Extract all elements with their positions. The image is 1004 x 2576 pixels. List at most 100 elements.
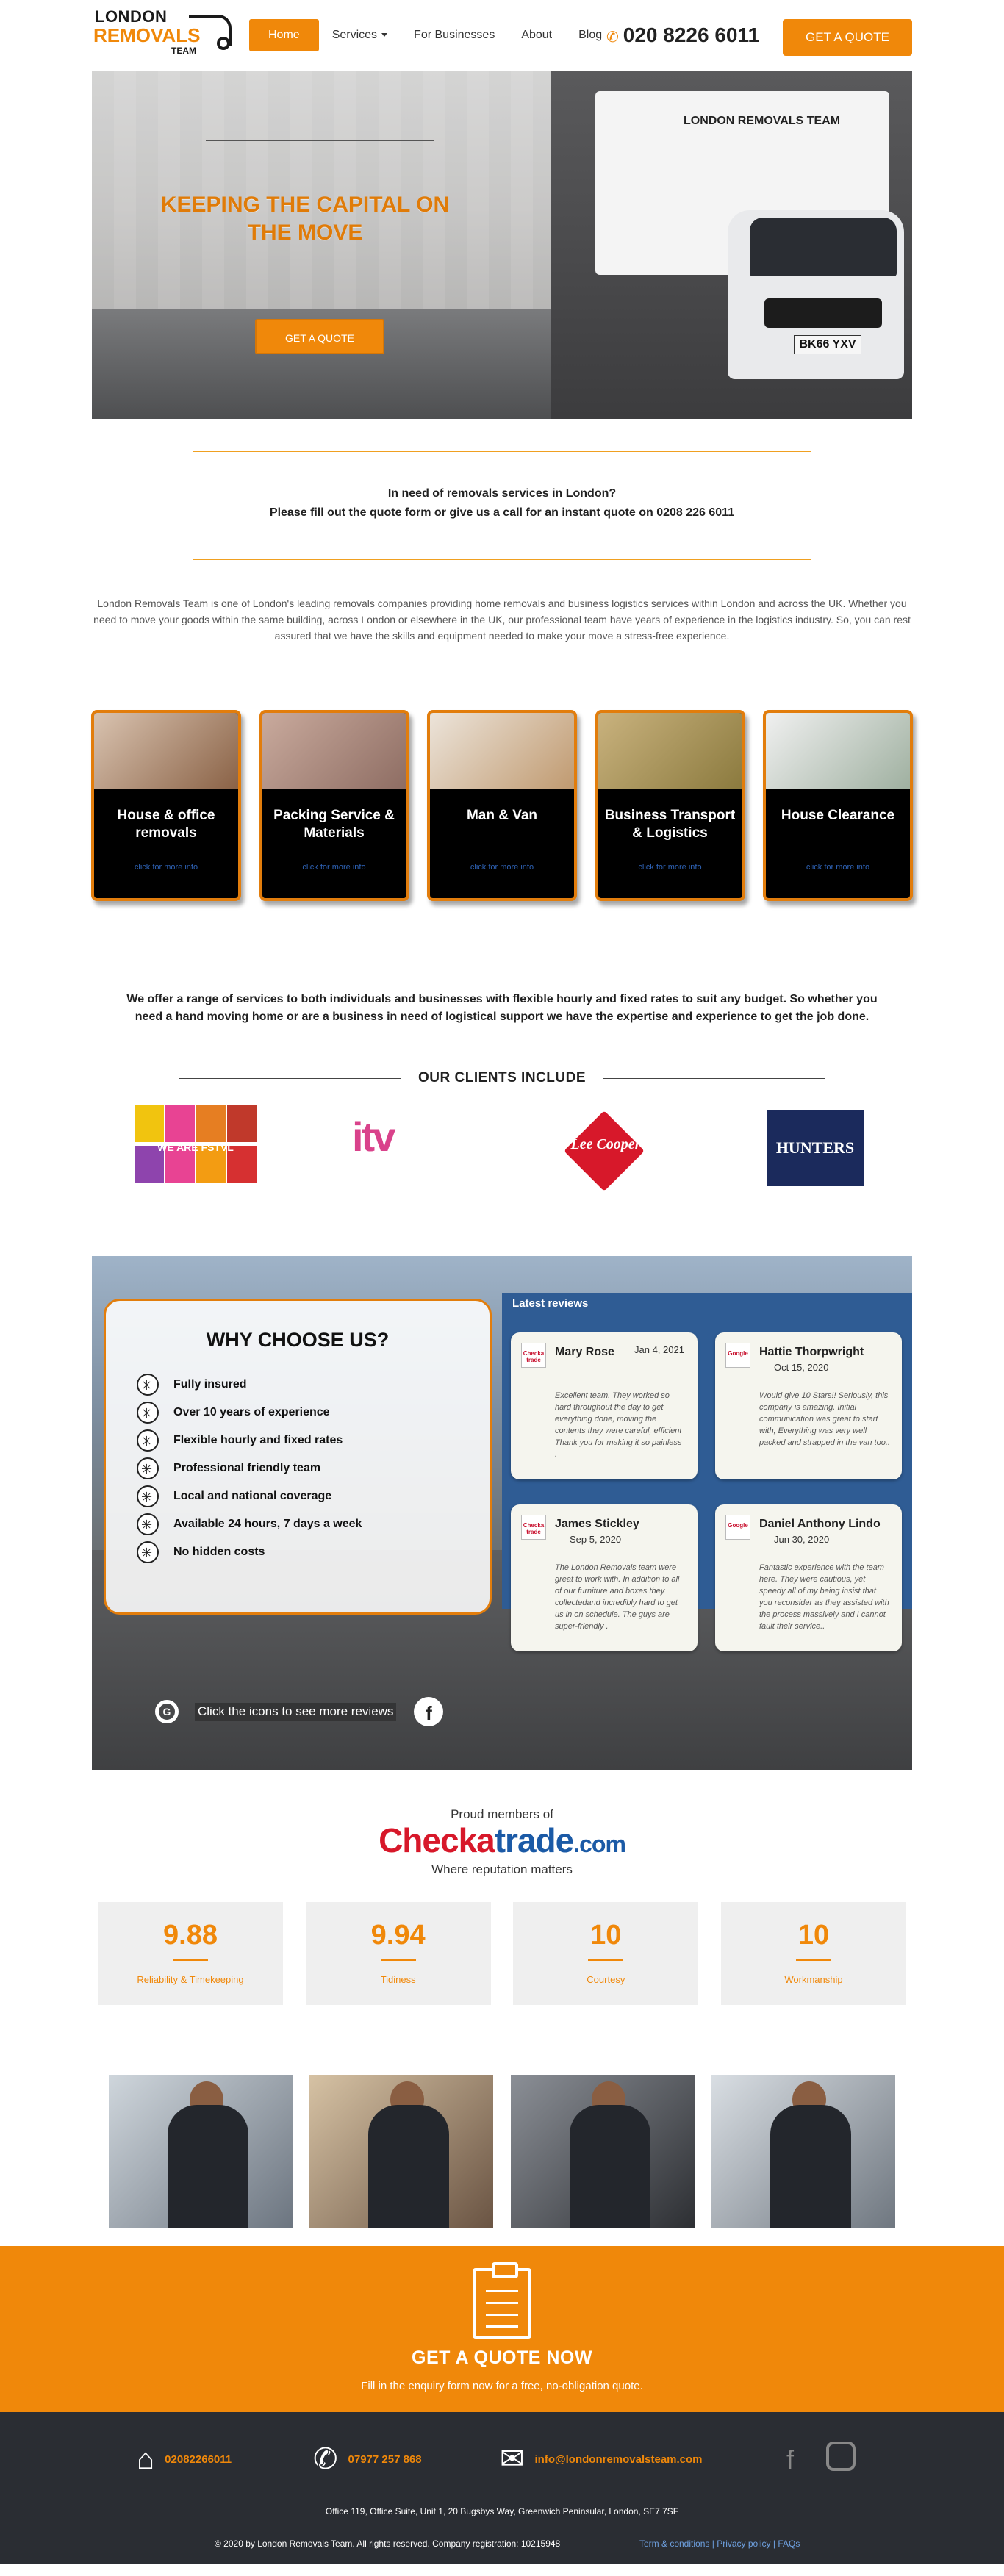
checkatrade-logo[interactable]: Checkatrade.com bbox=[0, 1822, 1004, 1862]
service-title: Business Transport & Logistics bbox=[604, 808, 736, 841]
service-title: House & office removals bbox=[117, 808, 215, 841]
clipboard-line bbox=[486, 2325, 518, 2328]
why-item-label: Professional friendly team bbox=[173, 1462, 321, 1474]
checkatrade-strapline: Where reputation matters bbox=[431, 1862, 573, 1876]
intro-line2: Please fill out the quote form or give u… bbox=[269, 506, 735, 519]
service-more-link[interactable]: click for more info bbox=[598, 863, 742, 872]
why-item-label: No hidden costs bbox=[173, 1546, 265, 1558]
why-choose-card: WHY CHOOSE US? Fully insured Over 10 yea… bbox=[104, 1299, 492, 1615]
score-tile: 10 Workmanship bbox=[720, 1902, 906, 2005]
nav-about[interactable]: About bbox=[508, 19, 565, 51]
service-card-man-van[interactable]: Man & Van click for more info bbox=[427, 710, 577, 901]
van-logo: LONDON REMOVALS TEAM bbox=[684, 115, 841, 127]
services-grid: House & office removals click for more i… bbox=[91, 710, 913, 901]
review-card[interactable]: Checka trade Mary Rose Jan 4, 2021 Excel… bbox=[511, 1332, 698, 1479]
team-photos bbox=[109, 2075, 895, 2228]
photo-person bbox=[770, 2105, 851, 2228]
divider-line bbox=[179, 1077, 401, 1079]
quote-band[interactable]: GET A QUOTE NOW Fill in the enquiry form… bbox=[0, 2246, 1004, 2412]
checkatrade-logo-com: .com bbox=[573, 1831, 626, 1857]
terms-link[interactable]: Term & conditions bbox=[639, 2539, 709, 2549]
header-phone[interactable]: ✆ 020 8226 6011 bbox=[606, 19, 759, 54]
review-name: James Stickley bbox=[555, 1518, 639, 1530]
service-title: House Clearance bbox=[781, 808, 895, 823]
review-date: Sep 5, 2020 bbox=[570, 1534, 622, 1545]
hero-van-image: LONDON REMOVALS TEAM BK66 YXV bbox=[551, 71, 912, 419]
facebook-icon[interactable]: f bbox=[786, 2444, 794, 2475]
clients-heading: OUR CLIENTS INCLUDE bbox=[418, 1070, 586, 1086]
about-text: London Removals Team is one of London's … bbox=[93, 598, 911, 642]
footer-phone1[interactable]: ⌂ 02082266011 bbox=[137, 2443, 232, 2475]
service-photo bbox=[262, 713, 406, 789]
review-card[interactable]: Google Hattie Thorpwright Oct 15, 2020 W… bbox=[715, 1332, 902, 1479]
why-item-label: Flexible hourly and fixed rates bbox=[173, 1434, 343, 1446]
nav-services[interactable]: Services bbox=[319, 19, 401, 51]
service-card-house-clearance[interactable]: House Clearance click for more info bbox=[763, 710, 913, 901]
why-item-label: Over 10 years of experience bbox=[173, 1406, 330, 1418]
score-tile: 9.88 Reliability & Timekeeping bbox=[98, 1902, 283, 2005]
hero-quote-button[interactable]: GET A QUOTE bbox=[255, 319, 384, 354]
service-card-packing[interactable]: Packing Service & Materials click for mo… bbox=[259, 710, 409, 901]
review-source-badge: Google bbox=[725, 1515, 750, 1540]
review-text: The London Removals team were great to w… bbox=[555, 1563, 680, 1631]
review-text: Fantastic experience with the team here.… bbox=[759, 1563, 889, 1631]
van-windscreen bbox=[750, 218, 897, 276]
service-title: Man & Van bbox=[466, 808, 538, 823]
review-name: Mary Rose bbox=[555, 1346, 614, 1358]
google-icon[interactable]: G bbox=[155, 1700, 179, 1723]
review-text: Would give 10 Stars!! Seriously, this co… bbox=[759, 1391, 890, 1447]
intro-line1: In need of removals services in London? bbox=[387, 487, 617, 500]
review-source-badge: Checka trade bbox=[521, 1515, 546, 1540]
checkatrade-section: Proud members of Checkatrade.com Where r… bbox=[0, 1807, 1004, 1877]
service-card-house-office[interactable]: House & office removals click for more i… bbox=[91, 710, 241, 901]
star-icon bbox=[137, 1399, 159, 1427]
footer-copyright: © 2020 by London Removals Team. All righ… bbox=[215, 2539, 561, 2549]
facebook-icon[interactable]: f bbox=[414, 1697, 444, 1726]
score-label: Courtesy bbox=[587, 1974, 625, 1985]
star-icon bbox=[137, 1539, 159, 1567]
score-label: Tidiness bbox=[380, 1974, 416, 1985]
nav-home[interactable]: Home bbox=[249, 19, 319, 51]
service-more-link[interactable]: click for more info bbox=[94, 863, 238, 872]
get-quote-button[interactable]: GET A QUOTE bbox=[783, 19, 912, 56]
why-item: No hidden costs bbox=[137, 1538, 362, 1567]
score-value: 9.94 bbox=[370, 1920, 426, 1951]
service-more-link[interactable]: click for more info bbox=[766, 863, 910, 872]
why-item: Over 10 years of experience bbox=[137, 1399, 362, 1427]
header-phone-number: 020 8226 6011 bbox=[623, 24, 760, 46]
van-plate: BK66 YXV bbox=[794, 335, 861, 354]
site-logo[interactable]: LONDON REMOVALS TEAM bbox=[92, 4, 239, 56]
review-card[interactable]: Checka trade James Stickley Sep 5, 2020 … bbox=[511, 1504, 698, 1651]
main-nav: Home Services For Businesses About Blog bbox=[249, 19, 615, 51]
quote-band-title[interactable]: GET A QUOTE NOW bbox=[0, 2347, 1004, 2369]
clipboard-line bbox=[486, 2290, 518, 2292]
hero-title: KEEPING THE CAPITAL ON THE MOVE bbox=[160, 193, 450, 245]
hero-banner: KEEPING THE CAPITAL ON THE MOVE GET A QU… bbox=[92, 71, 912, 419]
score-underline bbox=[795, 1959, 831, 1961]
review-icons-text: Click the icons to see more reviews bbox=[195, 1703, 397, 1721]
why-item-label: Available 24 hours, 7 days a week bbox=[173, 1518, 362, 1530]
why-item-label: Fully insured bbox=[173, 1378, 247, 1391]
divider-line bbox=[603, 1077, 825, 1079]
review-source-badge: Checka trade bbox=[521, 1343, 546, 1368]
service-more-link[interactable]: click for more info bbox=[430, 863, 574, 872]
instagram-icon[interactable] bbox=[826, 2442, 856, 2471]
review-name: Hattie Thorpwright bbox=[759, 1346, 864, 1358]
service-more-link[interactable]: click for more info bbox=[262, 863, 406, 872]
review-card[interactable]: Google Daniel Anthony Lindo Jun 30, 2020… bbox=[715, 1504, 902, 1651]
review-source-badge: Google bbox=[725, 1343, 750, 1368]
score-tiles: 9.88 Reliability & Timekeeping 9.94 Tidi… bbox=[98, 1902, 906, 2005]
privacy-link[interactable]: Privacy policy bbox=[717, 2539, 770, 2549]
photo-person bbox=[168, 2105, 248, 2228]
service-photo bbox=[766, 713, 910, 789]
score-tile: 10 Courtesy bbox=[513, 1902, 699, 2005]
nav-for-businesses[interactable]: For Businesses bbox=[401, 19, 508, 51]
footer-email[interactable]: ✉ info@londonremovalsteam.com bbox=[500, 2443, 703, 2475]
checkatrade-logo-red: Checka bbox=[379, 1821, 495, 1859]
why-list: Fully insured Over 10 years of experienc… bbox=[137, 1371, 362, 1567]
intro-section: In need of removals services in London? … bbox=[0, 419, 1004, 560]
faqs-link[interactable]: FAQs bbox=[778, 2539, 800, 2549]
score-underline bbox=[173, 1959, 208, 1961]
service-card-business-transport[interactable]: Business Transport & Logistics click for… bbox=[595, 710, 745, 901]
footer-phone2[interactable]: ✆ 07977 257 868 bbox=[313, 2443, 422, 2475]
